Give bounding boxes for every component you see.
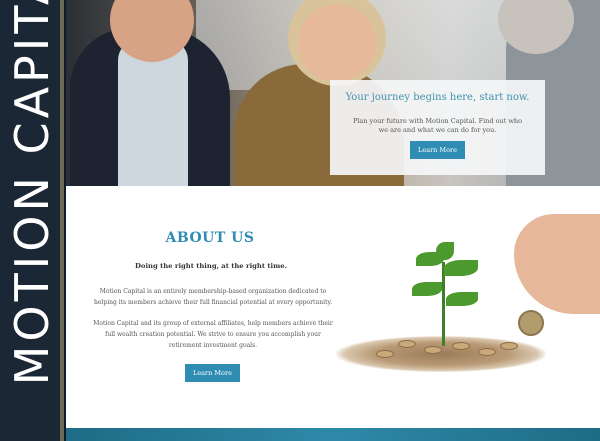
hand-holding-coin: [514, 214, 600, 314]
hero-banner: Your journey begins here, start now. Pla…: [66, 0, 600, 186]
about-title: ABOUT US: [165, 230, 255, 246]
hero-description: Plan your future with Motion Capital. Fi…: [352, 117, 523, 134]
brand-sidebar: MOTION CAPITAL: [0, 0, 64, 441]
hero-photo-woman-face: [298, 4, 376, 82]
held-coin: [518, 310, 544, 336]
coin: [376, 350, 394, 358]
coin: [478, 348, 496, 356]
brand-name: MOTION CAPITAL: [5, 0, 59, 386]
plant-coins-image: [328, 212, 600, 382]
plant-leaf: [446, 292, 478, 306]
hero-learn-more-button[interactable]: Learn More: [410, 141, 465, 159]
about-learn-more-button[interactable]: Learn More: [185, 364, 240, 382]
about-tagline: Doing the right thing, at the right time…: [135, 262, 287, 270]
plant-leaf: [444, 260, 478, 276]
plant-leaf: [436, 242, 454, 260]
footer-band: [66, 428, 600, 441]
plant-leaf: [412, 282, 442, 296]
hero-headline: Your journey begins here, start now.: [345, 92, 530, 103]
coin: [398, 340, 416, 348]
about-paragraph: Motion Capital is an entirely membership…: [94, 288, 332, 306]
website-preview: Your journey begins here, start now. Pla…: [66, 0, 600, 441]
coin: [452, 342, 470, 350]
brand-logo-text: MOTION CAPITAL: [0, 0, 64, 441]
coin: [500, 342, 518, 350]
coin: [424, 346, 442, 354]
about-paragraph: Motion Capital and its group of external…: [93, 320, 333, 349]
hero-callout-card: Your journey begins here, start now. Pla…: [330, 80, 545, 175]
coin-pile: [336, 336, 546, 372]
